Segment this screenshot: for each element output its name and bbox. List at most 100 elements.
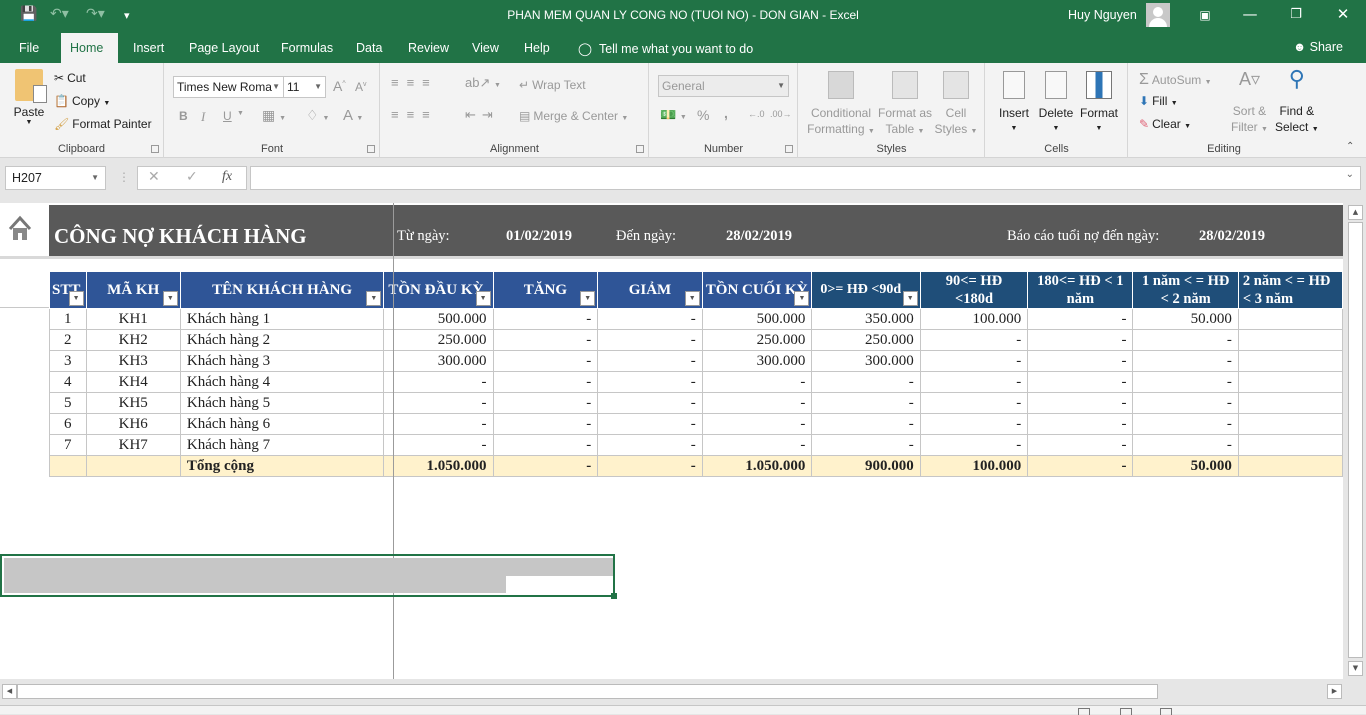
- filter-dropdown-icon[interactable]: ▼: [684, 291, 700, 306]
- scroll-left-icon[interactable]: ◀: [2, 684, 17, 699]
- collapse-ribbon-icon[interactable]: ⌃: [1346, 141, 1354, 152]
- cell-0-90d[interactable]: -: [811, 371, 921, 393]
- increase-decimal-icon[interactable]: ←.0: [748, 109, 765, 119]
- cell-0-90d[interactable]: -: [811, 413, 921, 435]
- report-date-value[interactable]: 28/02/2019: [1199, 228, 1265, 245]
- restore-icon[interactable]: ❐: [1286, 7, 1306, 22]
- sort-filter-button[interactable]: A▿ Sort & Filter ▼: [1231, 70, 1268, 138]
- comma-button[interactable]: ,: [724, 105, 728, 121]
- cell-stt[interactable]: 2: [49, 329, 87, 351]
- clipboard-launcher[interactable]: [151, 145, 159, 153]
- cell-90-180d[interactable]: -: [919, 434, 1029, 456]
- cell-180d-1y[interactable]: -: [1027, 329, 1134, 351]
- cell-ton-cuoi-ky[interactable]: 250.000: [701, 329, 813, 351]
- minimize-icon[interactable]: —: [1240, 5, 1260, 23]
- cell-2y-3y[interactable]: [1237, 329, 1343, 351]
- tab-insert[interactable]: Insert: [124, 33, 173, 63]
- scroll-right-icon[interactable]: ▶: [1327, 684, 1342, 699]
- cell-ton-dau-ky[interactable]: -: [383, 371, 494, 393]
- find-select-button[interactable]: ⚲ Find & Select ▼: [1275, 68, 1319, 138]
- tab-view[interactable]: View: [463, 33, 508, 63]
- font-size-combo[interactable]: 11 ▼: [283, 76, 326, 98]
- cell-ma-kh[interactable]: KH4: [85, 371, 181, 393]
- filter-dropdown-icon[interactable]: ▼: [794, 291, 810, 306]
- home-button[interactable]: [0, 205, 49, 256]
- cell-ton-cuoi-ky[interactable]: -: [701, 413, 813, 435]
- cell-1y-2y[interactable]: -: [1132, 350, 1239, 372]
- cell-ton-cuoi-ky[interactable]: 300.000: [701, 350, 813, 372]
- cell-stt[interactable]: 3: [49, 350, 87, 372]
- cell-tang[interactable]: -: [492, 371, 599, 393]
- horizontal-scrollbar[interactable]: ◀ ▶: [0, 683, 1345, 700]
- cell-ma-kh[interactable]: KH3: [85, 350, 181, 372]
- tab-page-layout[interactable]: Page Layout: [180, 33, 268, 63]
- cell-stt[interactable]: 6: [49, 413, 87, 435]
- tab-formulas[interactable]: Formulas: [272, 33, 342, 63]
- format-as-table-button[interactable]: Format as Table ▼: [877, 71, 933, 140]
- italic-button[interactable]: I: [201, 109, 205, 125]
- cell-90-180d[interactable]: -: [919, 392, 1029, 414]
- font-color-icon[interactable]: A ▼: [343, 107, 363, 124]
- cell-90-180d[interactable]: 100.000: [919, 308, 1029, 330]
- formula-input[interactable]: ⌄: [250, 166, 1361, 190]
- bold-button[interactable]: B: [179, 109, 188, 123]
- cell-180d-1y[interactable]: -: [1027, 371, 1134, 393]
- fill-button[interactable]: ⬇ Fill ▼: [1139, 94, 1178, 108]
- cell-1y-2y[interactable]: -: [1132, 434, 1239, 456]
- format-cells-button[interactable]: Format ▼: [1078, 71, 1120, 137]
- decrease-font-icon[interactable]: Av: [355, 80, 367, 94]
- cell-180d-1y[interactable]: -: [1027, 350, 1134, 372]
- format-painter-button[interactable]: 🖌 Format Painter: [54, 117, 152, 131]
- cell-ten-kh[interactable]: Khách hàng 5: [179, 392, 385, 414]
- fill-color-icon[interactable]: ♢ ▼: [306, 107, 329, 124]
- cell-0-90d[interactable]: 250.000: [811, 329, 921, 351]
- enter-icon[interactable]: ✓: [186, 169, 198, 185]
- insert-cells-button[interactable]: Insert ▼: [996, 71, 1032, 137]
- cell-tang[interactable]: -: [492, 413, 599, 435]
- cell-ma-kh[interactable]: KH6: [85, 413, 181, 435]
- borders-icon[interactable]: ▦ ▼: [262, 107, 286, 124]
- clear-button[interactable]: ✎ Clear ▼: [1139, 117, 1191, 131]
- cell-ten-kh[interactable]: Khách hàng 1: [179, 308, 385, 330]
- cell-0-90d[interactable]: 350.000: [811, 308, 921, 330]
- vertical-align-icons[interactable]: ≡≡≡: [391, 75, 438, 90]
- total-giam[interactable]: -: [597, 455, 703, 477]
- cell-ton-dau-ky[interactable]: 500.000: [383, 308, 494, 330]
- tab-data[interactable]: Data: [347, 33, 391, 63]
- fill-handle[interactable]: [611, 593, 617, 599]
- cell-0-90d[interactable]: -: [811, 434, 921, 456]
- cell-ma-kh[interactable]: KH7: [85, 434, 181, 456]
- expand-formula-icon[interactable]: ⌄: [1346, 169, 1354, 180]
- cell-ton-cuoi-ky[interactable]: 500.000: [701, 308, 813, 330]
- name-box[interactable]: H207 ▼: [5, 166, 106, 190]
- total-ton-dau-ky[interactable]: 1.050.000: [383, 455, 494, 477]
- total-180d-1y[interactable]: -: [1027, 455, 1134, 477]
- total-ma-kh[interactable]: [85, 455, 181, 477]
- cell-ton-dau-ky[interactable]: 300.000: [383, 350, 494, 372]
- share-button[interactable]: ☻ Share: [1293, 40, 1343, 54]
- total-ton-cuoi-ky[interactable]: 1.050.000: [701, 455, 813, 477]
- cell-180d-1y[interactable]: -: [1027, 308, 1134, 330]
- font-name-combo[interactable]: Times New Roma ▼: [173, 76, 284, 98]
- total-tang[interactable]: -: [492, 455, 599, 477]
- cell-stt[interactable]: 4: [49, 371, 87, 393]
- paste-button[interactable]: Paste ▼: [10, 69, 48, 126]
- filter-dropdown-icon[interactable]: ▼: [366, 291, 382, 306]
- cell-stt[interactable]: 1: [49, 308, 87, 330]
- cell-ton-cuoi-ky[interactable]: -: [701, 434, 813, 456]
- formula-bar-grip[interactable]: ⋮: [118, 170, 130, 184]
- cell-tang[interactable]: -: [492, 350, 599, 372]
- cell-1y-2y[interactable]: -: [1132, 392, 1239, 414]
- cell-90-180d[interactable]: -: [919, 329, 1029, 351]
- orientation-icon[interactable]: ab↗ ▼: [465, 75, 501, 91]
- cell-0-90d[interactable]: -: [811, 392, 921, 414]
- cell-stt[interactable]: 5: [49, 392, 87, 414]
- cell-90-180d[interactable]: -: [919, 371, 1029, 393]
- cell-giam[interactable]: -: [597, 392, 703, 414]
- merge-center-button[interactable]: ▤ Merge & Center ▼: [519, 109, 628, 123]
- increase-font-icon[interactable]: A^: [333, 78, 346, 94]
- cell-ton-dau-ky[interactable]: -: [383, 434, 494, 456]
- scroll-up-icon[interactable]: ▲: [1348, 205, 1363, 220]
- close-icon[interactable]: ✕: [1333, 5, 1353, 23]
- cut-button[interactable]: ✂ Cut: [54, 71, 86, 85]
